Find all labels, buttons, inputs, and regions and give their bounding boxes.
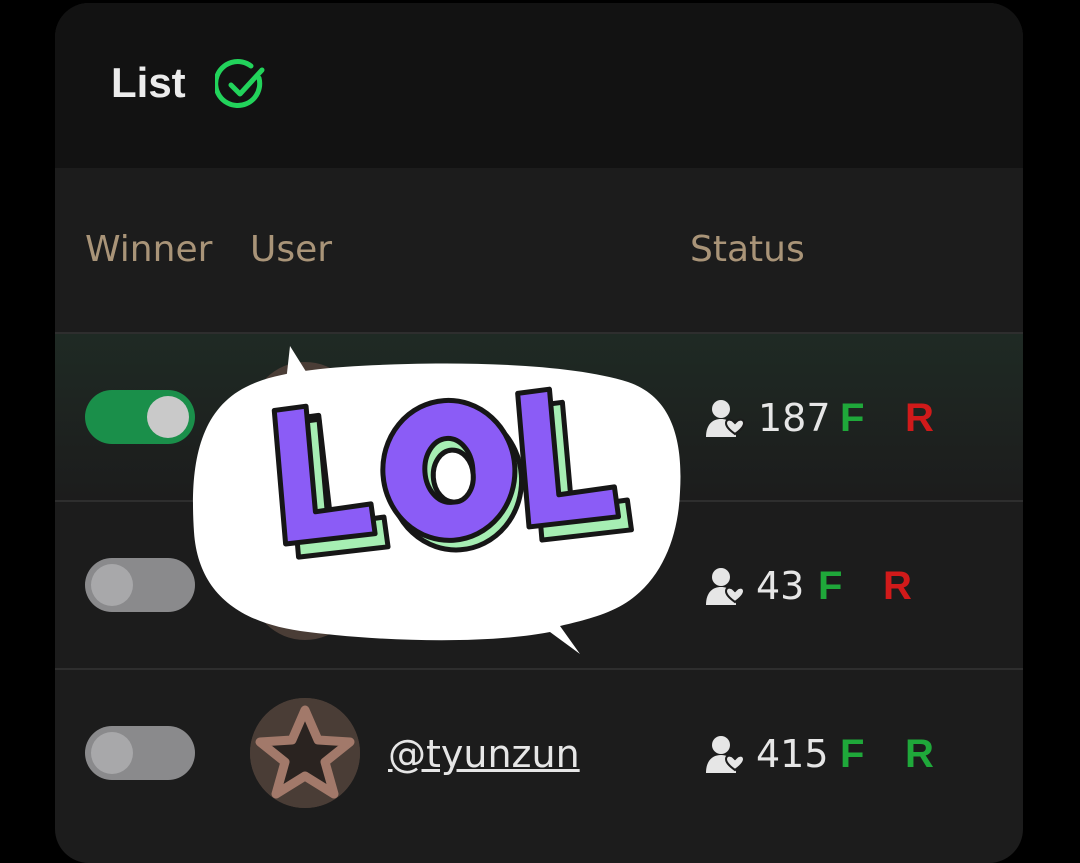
page-title: List — [111, 59, 186, 106]
followers-icon — [706, 568, 745, 605]
column-header-status: Status — [690, 229, 805, 270]
follower-count: 187 — [758, 396, 831, 440]
r-status: R — [905, 396, 934, 440]
card-header: List — [55, 3, 1023, 168]
toggle-knob — [91, 732, 133, 774]
follower-count: 415 — [756, 732, 829, 776]
follower-count: 43 — [756, 564, 805, 608]
avatar-image — [250, 698, 360, 808]
column-header-user: User — [250, 229, 333, 270]
toggle-knob — [147, 396, 189, 438]
table-row: @tyunzun 415 F R — [55, 670, 1023, 836]
lol-sticker — [192, 346, 681, 654]
user-handle-link[interactable]: @tyunzun — [388, 732, 580, 776]
winner-toggle[interactable] — [85, 390, 195, 444]
r-status: R — [905, 732, 934, 776]
winner-toggle[interactable] — [85, 726, 195, 780]
toggle-knob — [91, 564, 133, 606]
f-status: F — [840, 396, 865, 440]
winner-toggle[interactable] — [85, 558, 195, 612]
followers-icon — [706, 736, 745, 773]
followers-icon — [706, 400, 745, 437]
r-status: R — [883, 564, 912, 608]
column-header-winner: Winner — [85, 229, 213, 270]
f-status: F — [818, 564, 843, 608]
check-circle-icon — [215, 59, 265, 108]
f-status: F — [840, 732, 865, 776]
avatar[interactable] — [250, 698, 360, 808]
